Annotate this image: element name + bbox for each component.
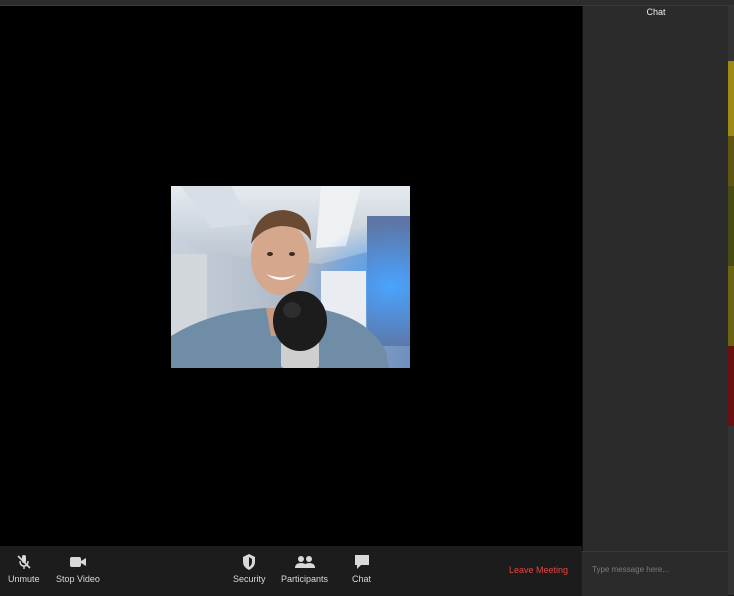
chat-message-input[interactable]	[590, 564, 720, 575]
chat-panel-title: Chat	[646, 7, 666, 17]
muted-microphone-icon	[15, 553, 33, 571]
chat-label: Chat	[352, 574, 372, 584]
chat-input-area	[582, 551, 728, 596]
unmute-label: Unmute	[8, 574, 40, 584]
stop-video-button[interactable]: Stop Video	[56, 553, 100, 584]
participant-video-frame	[171, 186, 410, 368]
security-label: Security	[233, 574, 266, 584]
unmute-button[interactable]: Unmute	[8, 553, 40, 584]
security-button[interactable]: Security	[233, 553, 266, 584]
shield-icon	[241, 553, 257, 571]
scrollbar-segment	[728, 346, 734, 426]
participant-video-tile[interactable]	[171, 186, 410, 368]
chat-button[interactable]: Chat	[352, 553, 371, 584]
video-camera-icon	[68, 553, 88, 571]
stop-video-label: Stop Video	[56, 574, 100, 584]
meeting-video-area	[0, 6, 582, 546]
participants-button[interactable]: Participants	[281, 553, 328, 584]
chat-bubble-icon	[353, 553, 371, 571]
chat-panel: Chat	[582, 6, 729, 595]
leave-meeting-button[interactable]: Leave Meeting	[509, 565, 568, 575]
meeting-toolbar: Unmute Stop Video Security Participants …	[0, 546, 582, 595]
scrollbar-segment	[728, 186, 734, 266]
scrollbar-segment	[728, 61, 734, 136]
participants-label: Participants	[281, 574, 329, 584]
scrollbar-segment	[728, 136, 734, 186]
chat-scrollbar[interactable]	[728, 6, 734, 595]
participants-icon	[294, 553, 316, 571]
scrollbar-segment	[728, 266, 734, 346]
